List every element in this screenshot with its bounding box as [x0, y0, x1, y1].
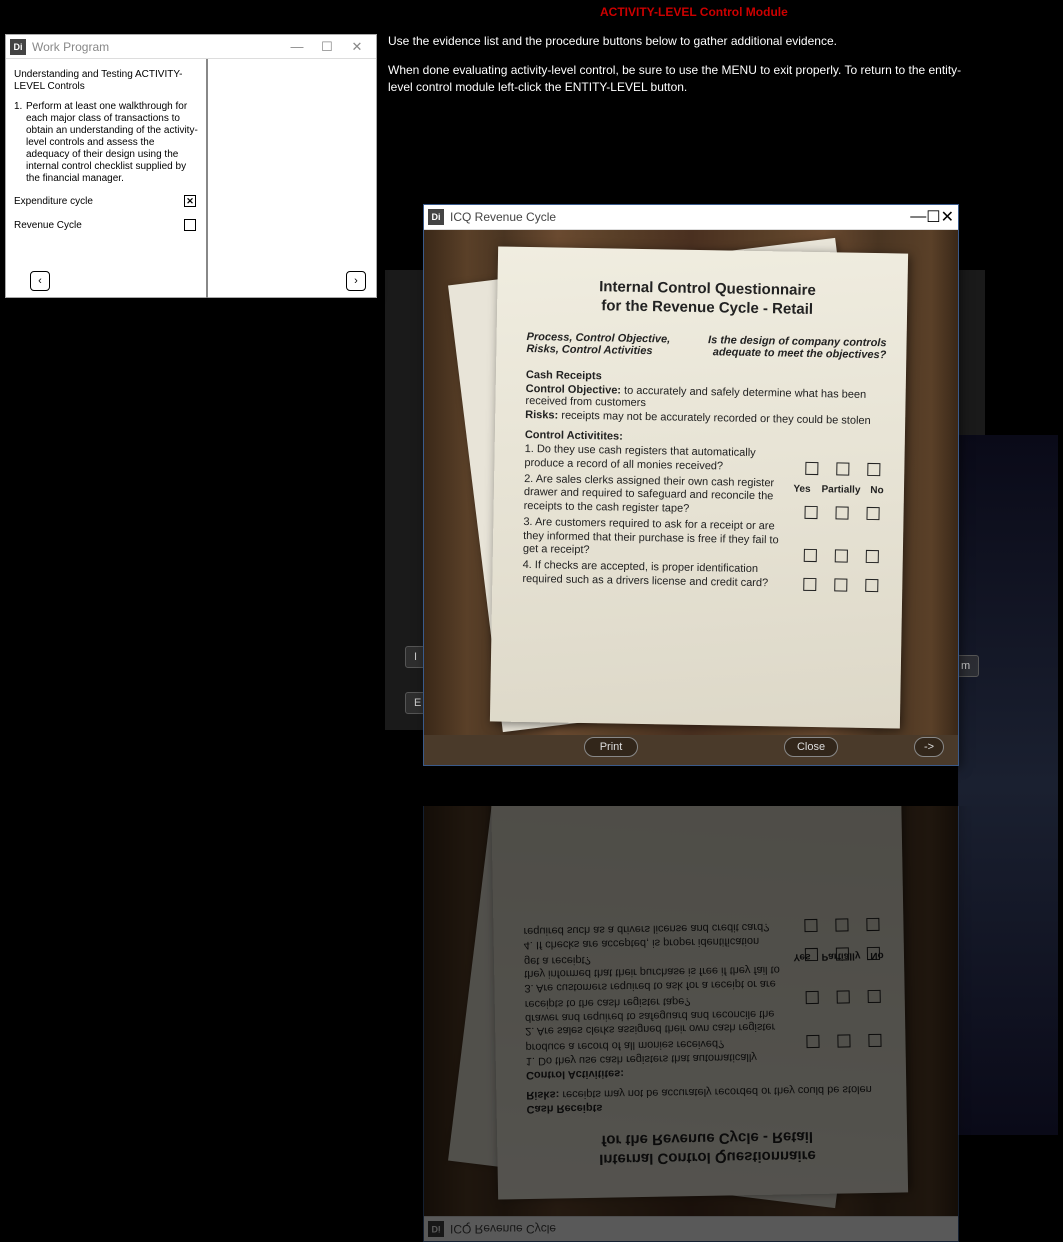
module-title: ACTIVITY-LEVEL Control Module: [600, 5, 788, 19]
minimize-button[interactable]: —: [282, 35, 312, 58]
work-program-body: Understanding and Testing ACTIVITY-LEVEL…: [6, 59, 376, 298]
checkbox-partially[interactable]: [835, 506, 848, 519]
work-program-title: Work Program: [32, 40, 282, 54]
icq-title: ICQ Revenue Cycle: [450, 210, 910, 224]
col-no: No: [868, 485, 886, 496]
activity-row-1: 1. Do they use cash registers that autom…: [524, 443, 884, 477]
checkbox-yes[interactable]: [803, 578, 816, 591]
instructions-block: Use the evidence list and the procedure …: [388, 33, 978, 107]
checkbox-yes[interactable]: [805, 462, 818, 475]
instruction-line-1: Use the evidence list and the procedure …: [388, 33, 978, 50]
prev-page-button[interactable]: ‹: [30, 271, 50, 291]
minimize-button[interactable]: —: [910, 208, 926, 226]
work-program-left-pane: Understanding and Testing ACTIVITY-LEVEL…: [6, 59, 208, 298]
icq-window-reflection: Di ICQ Revenue Cycle Internal Control Qu…: [423, 806, 959, 1242]
checkbox-yes[interactable]: [804, 505, 817, 518]
doc-subtitle: for the Revenue Cycle - Retail: [527, 296, 887, 319]
close-button[interactable]: ✕: [342, 35, 372, 58]
checkbox-no[interactable]: [865, 579, 878, 592]
app-icon: Di: [428, 209, 444, 225]
checkbox-partially[interactable]: [835, 549, 848, 562]
activity-row-4: 4. If checks are accepted, is proper ide…: [522, 559, 882, 593]
work-program-titlebar[interactable]: Di Work Program — ☐ ✕: [6, 35, 376, 59]
cycle-label: Expenditure cycle: [14, 196, 93, 207]
close-button[interactable]: ✕: [941, 207, 954, 227]
icq-titlebar[interactable]: Di ICQ Revenue Cycle — ☐ ✕: [424, 205, 958, 230]
cycle-row-revenue[interactable]: Revenue Cycle: [14, 219, 198, 231]
maximize-button[interactable]: ☐: [926, 207, 940, 227]
response-column-headers: Yes Partially No: [790, 484, 886, 497]
checkbox-partially[interactable]: [834, 578, 847, 591]
process-header-right-2: adequate to meet the objectives?: [696, 346, 886, 361]
icq-button-bar: Print Close ->: [424, 735, 958, 759]
maximize-button[interactable]: ☐: [312, 35, 342, 58]
activity-text: 2. Are sales clerks assigned their own c…: [524, 472, 793, 518]
checkbox-no[interactable]: [866, 550, 879, 563]
icq-window: Di ICQ Revenue Cycle — ☐ ✕ Internal Cont…: [423, 204, 959, 766]
checkbox-no[interactable]: [866, 506, 879, 519]
app-icon: Di: [10, 39, 26, 55]
step-number: 1.: [14, 101, 26, 113]
checkbox-icon[interactable]: [184, 195, 196, 207]
cycle-label: Revenue Cycle: [14, 220, 82, 231]
next-page-button[interactable]: ›: [346, 271, 366, 291]
close-doc-button[interactable]: Close: [784, 737, 838, 757]
work-program-step: 1. Perform at least one walkthrough for …: [14, 101, 198, 185]
activity-text: 4. If checks are accepted, is proper ide…: [522, 559, 790, 591]
checkbox-no[interactable]: [867, 463, 880, 476]
checkbox-partially[interactable]: [836, 462, 849, 475]
print-button[interactable]: Print: [584, 737, 638, 757]
checkbox-icon[interactable]: [184, 219, 196, 231]
work-program-window: Di Work Program — ☐ ✕ Understanding and …: [5, 34, 377, 298]
next-page-button[interactable]: ->: [914, 737, 944, 757]
activity-text: 3. Are customers required to ask for a r…: [523, 516, 792, 562]
activity-row-3: 3. Are customers required to ask for a r…: [523, 516, 884, 564]
questionnaire-paper: Internal Control Questionnaire for the R…: [490, 246, 908, 728]
col-partially: Partially: [820, 484, 862, 496]
process-header-row: Process, Control Objective, Risks, Contr…: [526, 331, 886, 361]
risks-label: Risks:: [525, 409, 558, 422]
icq-content-area: Internal Control Questionnaire for the R…: [424, 230, 958, 735]
work-program-right-pane: [208, 59, 376, 298]
activity-text: 1. Do they use cash registers that autom…: [524, 443, 792, 475]
checkbox-yes[interactable]: [804, 549, 817, 562]
col-yes: Yes: [790, 484, 814, 495]
instruction-line-2: When done evaluating activity-level cont…: [388, 62, 978, 96]
reflection: E I m Di ICQ Revenue Cycle Internal Cont…: [385, 806, 985, 1242]
step-text: Perform at least one walkthrough for eac…: [26, 101, 198, 185]
work-program-heading: Understanding and Testing ACTIVITY-LEVEL…: [14, 69, 198, 93]
activity-row-2: 2. Are sales clerks assigned their own c…: [524, 472, 885, 520]
cycle-row-expenditure[interactable]: Expenditure cycle: [14, 195, 198, 207]
control-objective: Control Objective: to accurately and saf…: [525, 383, 885, 413]
